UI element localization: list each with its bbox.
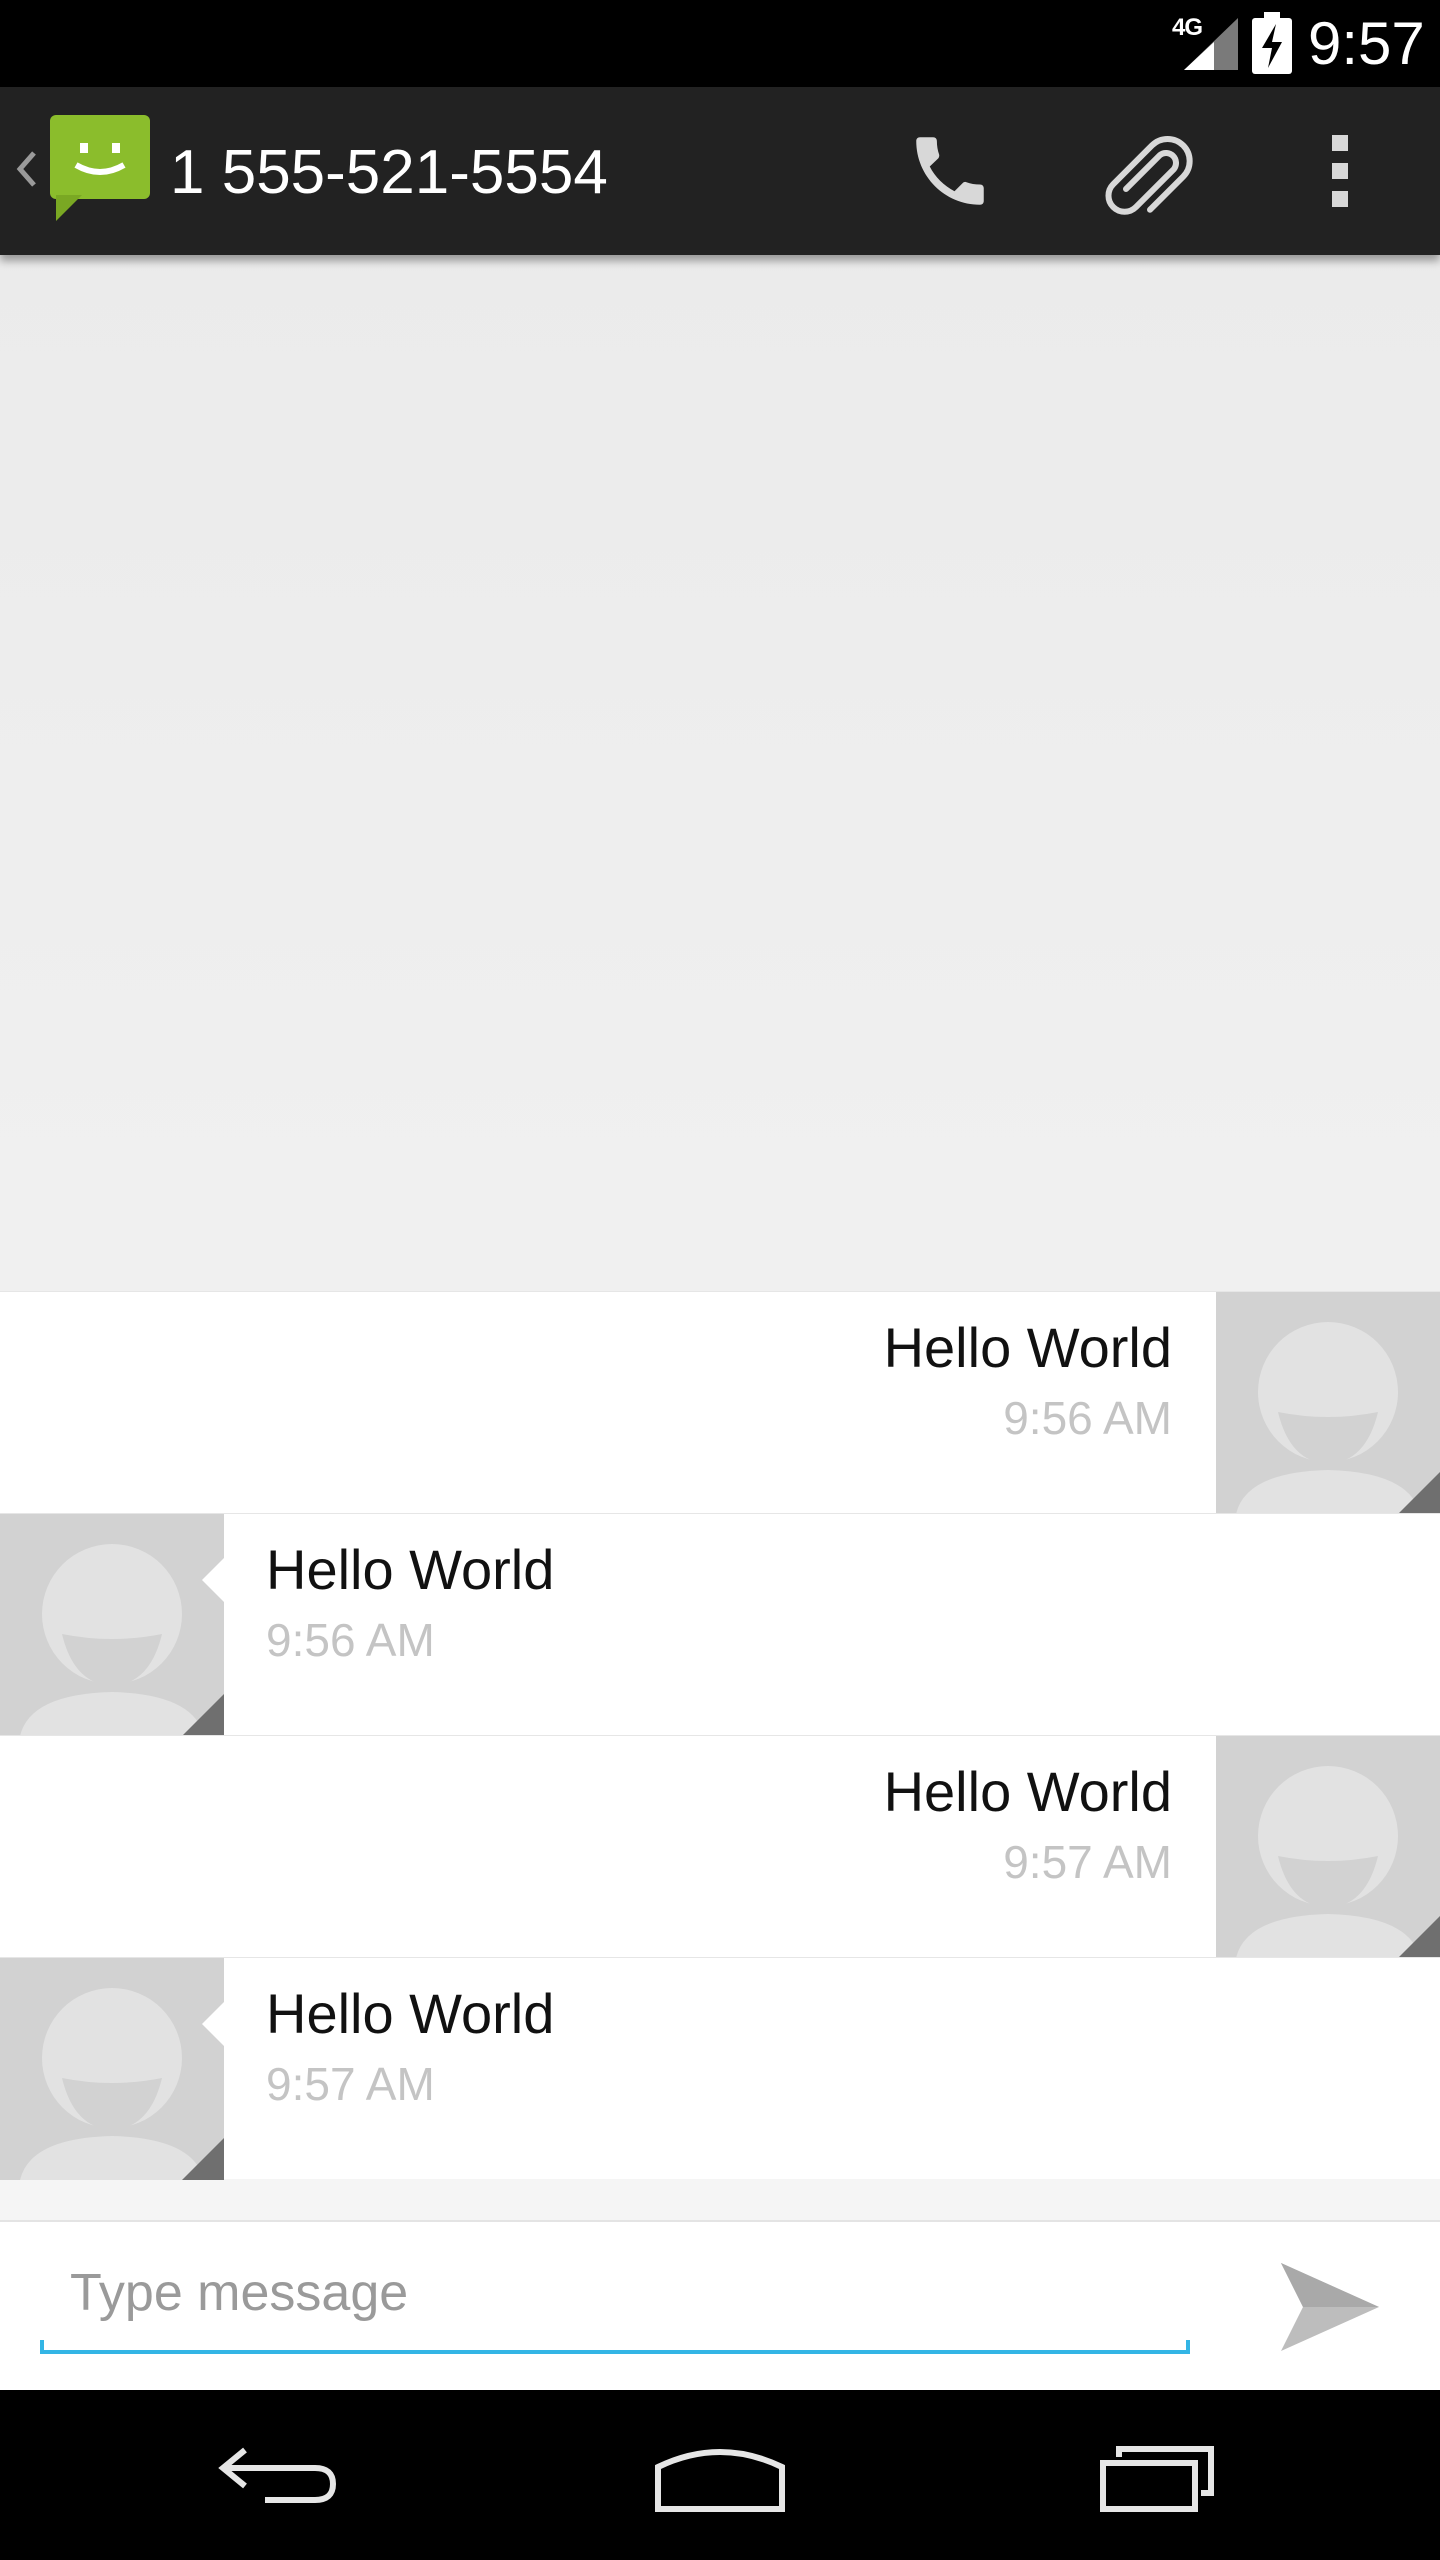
contact-avatar[interactable] xyxy=(0,1958,224,2180)
quick-contact-badge xyxy=(1398,1472,1440,1514)
action-bar: 1 555-521-5554 xyxy=(0,87,1440,255)
bubble-notch xyxy=(202,2002,224,2046)
send-icon xyxy=(1281,2263,1379,2351)
send-button[interactable] xyxy=(1270,2252,1390,2362)
contact-avatar[interactable] xyxy=(0,1514,224,1736)
status-bar: 4G 9:57 xyxy=(0,0,1440,87)
conversation-list[interactable]: Hello World 9:56 AM Hello World 9:56 AM … xyxy=(0,255,1440,2220)
contact-avatar[interactable] xyxy=(1216,1736,1440,1958)
message-text: Hello World xyxy=(883,1760,1172,1823)
message-input[interactable] xyxy=(42,2250,1188,2336)
message-timestamp: 9:56 AM xyxy=(266,1614,435,1666)
quick-contact-badge xyxy=(182,2138,224,2180)
message-row-outgoing[interactable]: Hello World 9:57 AM xyxy=(0,1735,1440,1958)
message-row-incoming[interactable]: Hello World 9:56 AM xyxy=(0,1513,1440,1736)
call-icon xyxy=(916,137,984,205)
up-navigation-icon[interactable] xyxy=(14,139,38,199)
message-timestamp: 9:56 AM xyxy=(1003,1392,1172,1444)
navigation-bar xyxy=(0,2390,1440,2560)
attach-button[interactable] xyxy=(1086,111,1206,231)
message-row-outgoing[interactable]: Hello World 9:56 AM xyxy=(0,1291,1440,1514)
quick-contact-badge xyxy=(1398,1916,1440,1958)
status-clock: 9:57 xyxy=(1308,10,1425,77)
message-timestamp: 9:57 AM xyxy=(266,2058,435,2110)
attach-icon xyxy=(1105,136,1193,215)
compose-bar xyxy=(0,2220,1440,2390)
overflow-menu-button[interactable] xyxy=(1280,111,1400,231)
messaging-screen: 4G 9:57 1 555-521-5554 Hello World 9:56 … xyxy=(0,0,1440,2560)
message-text: Hello World xyxy=(266,1538,555,1601)
messaging-app-icon[interactable] xyxy=(46,115,154,225)
message-row-incoming[interactable]: Hello World 9:57 AM xyxy=(0,1957,1440,2180)
bubble-notch xyxy=(202,1558,224,1602)
overflow-menu-icon xyxy=(1332,135,1348,207)
conversation-title: 1 555-521-5554 xyxy=(170,138,608,207)
back-button[interactable] xyxy=(180,2420,380,2530)
signal-strength-icon xyxy=(1184,18,1238,70)
input-underline xyxy=(40,2340,1190,2354)
call-button[interactable] xyxy=(890,111,1010,231)
message-timestamp: 9:57 AM xyxy=(1003,1836,1172,1888)
recents-button[interactable] xyxy=(1062,2420,1262,2530)
quick-contact-badge xyxy=(182,1694,224,1736)
home-icon xyxy=(655,2449,785,2512)
contact-avatar[interactable] xyxy=(1216,1292,1440,1514)
back-icon xyxy=(218,2447,337,2503)
message-text: Hello World xyxy=(883,1316,1172,1379)
home-button[interactable] xyxy=(620,2420,820,2530)
recents-icon xyxy=(1100,2446,1214,2512)
message-text: Hello World xyxy=(266,1982,555,2045)
battery-charging-icon xyxy=(1252,12,1292,74)
